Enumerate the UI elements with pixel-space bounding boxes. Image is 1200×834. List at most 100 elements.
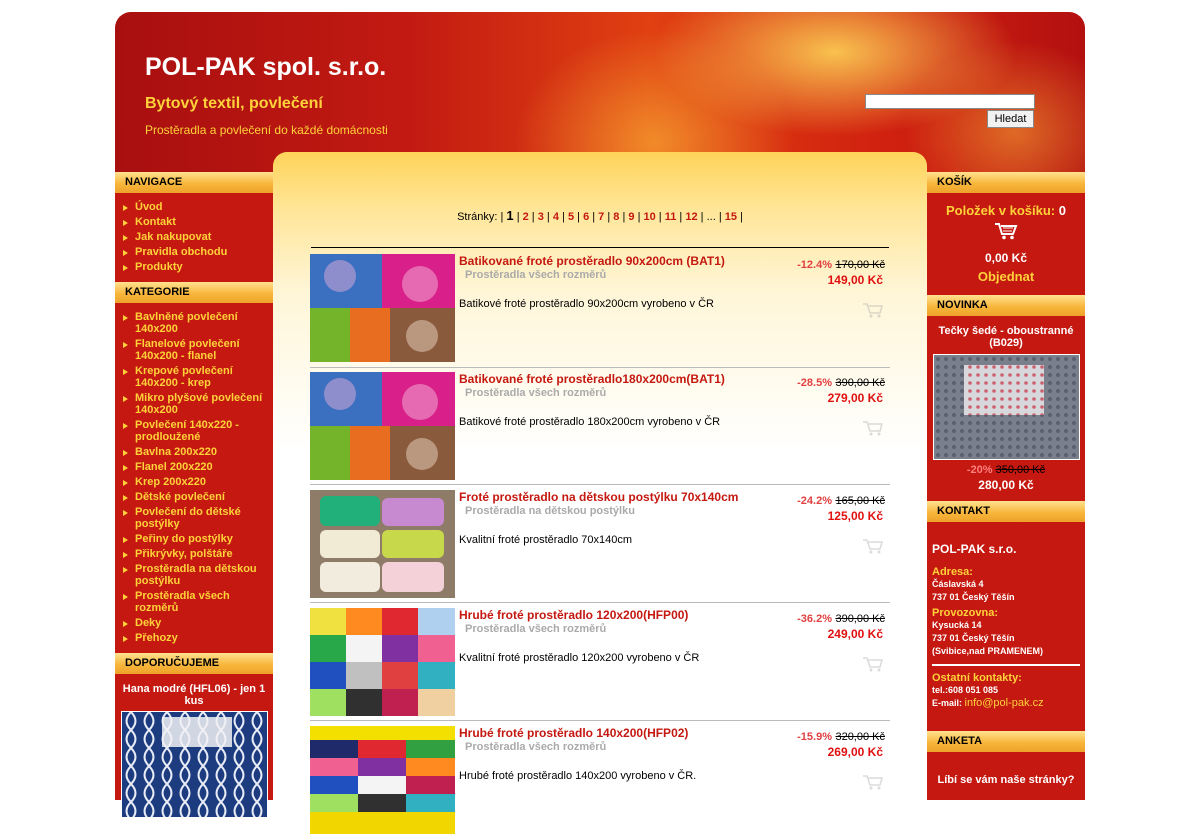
category-item[interactable]: Povlečení do dětské postýlky [115, 506, 273, 530]
email-link[interactable]: info@pol-pak.cz [965, 697, 1044, 709]
cart-icon-wrap [927, 222, 1085, 245]
contact-heading: KONTAKT [927, 501, 1085, 522]
product-old-price: 320,00 Kč [835, 731, 885, 743]
category-item[interactable]: Bavlna 200x220 [115, 446, 273, 458]
category-item[interactable]: Flanel 200x220 [115, 461, 273, 473]
category-menu: Bavlněné povlečení 140x200 Flanelové pov… [115, 303, 273, 653]
poll-heading: ANKETA [927, 731, 1085, 752]
recommend-heading: DOPORUČUJEME [115, 653, 273, 674]
product-name[interactable]: Hrubé froté prostěradlo 140x200(HFP02) [459, 726, 688, 740]
product-image[interactable] [310, 726, 455, 834]
page-link[interactable]: 11 [665, 211, 677, 223]
product-category[interactable]: Prostěradla všech rozměrů [465, 269, 606, 281]
page-link[interactable]: 5 [568, 211, 574, 223]
product-image[interactable] [310, 254, 455, 362]
main-content: Stránky: | 1 | 2 | 3 | 4 | 5 | 6 | 7 | 8… [273, 152, 927, 834]
nav-item-pravidla[interactable]: Pravidla obchodu [115, 246, 273, 258]
new-product-discount: -20% [966, 464, 993, 476]
category-item[interactable]: Krep 200x220 [115, 476, 273, 488]
add-to-cart-icon[interactable] [862, 538, 884, 554]
product-name[interactable]: Batikované froté prostěradlo180x200cm(BA… [459, 372, 725, 386]
nav-item-produkty[interactable]: Produkty [115, 261, 273, 273]
other-contacts-label: Ostatní kontakty: [932, 672, 1022, 684]
recommend-item-title[interactable]: Hana modré (HFL06) - jen 1 kus [115, 674, 273, 711]
shopping-cart-icon[interactable] [994, 222, 1018, 240]
pagination: Stránky: | 1 | 2 | 3 | 4 | 5 | 6 | 7 | 8… [457, 208, 743, 223]
page-current: 1 [506, 208, 514, 223]
cart-total: 0,00 Kč [984, 251, 1028, 265]
page-link[interactable]: 4 [553, 211, 559, 223]
page-link[interactable]: 3 [538, 211, 544, 223]
batik-towels-image [310, 254, 455, 362]
page-link[interactable]: 2 [523, 211, 529, 223]
nav-item-uvod[interactable]: Úvod [115, 201, 273, 213]
page-link[interactable]: 12 [685, 211, 697, 223]
product-image[interactable] [310, 608, 455, 716]
page-link[interactable]: 6 [583, 211, 589, 223]
product-divider [310, 367, 890, 368]
add-to-cart-icon[interactable] [862, 420, 884, 436]
new-product-price-row: -20% 350,00 Kč [927, 464, 1085, 476]
page-link[interactable]: 7 [598, 211, 604, 223]
product-item: Batikované froté prostěradlo180x200cm(BA… [310, 372, 890, 480]
site-title[interactable]: POL-PAK spol. s.r.o. [145, 53, 386, 82]
office-line: (Svibice,nad PRAMENEM) [932, 646, 1044, 656]
new-product-name[interactable]: Tečky šedé - oboustranné (B029) [927, 316, 1085, 349]
nav-item-kontakt[interactable]: Kontakt [115, 216, 273, 228]
product-discount: -28.5% [797, 377, 832, 389]
folded-sheets-image [310, 490, 455, 598]
product-category[interactable]: Prostěradla všech rozměrů [465, 741, 606, 753]
product-item: Froté prostěradlo na dětskou postýlku 70… [310, 490, 890, 598]
page-link[interactable]: 10 [644, 211, 656, 223]
new-product-image[interactable] [932, 354, 1080, 460]
nav-item-jak-nakupovat[interactable]: Jak nakupovat [115, 231, 273, 243]
category-item[interactable]: Bavlněné povlečení 140x200 [115, 311, 273, 335]
recommend-item-image[interactable] [120, 711, 268, 818]
product-category[interactable]: Prostěradla všech rozměrů [465, 623, 606, 635]
category-item[interactable]: Prostěradla na dětskou postýlku [115, 563, 273, 587]
search-button[interactable]: Hledat [987, 110, 1034, 128]
left-sidebar: NAVIGACE Úvod Kontakt Jak nakupovat Prav… [115, 172, 273, 818]
category-item[interactable]: Mikro plyšové povlečení 140x200 [115, 392, 273, 416]
stacked-sheets-image [310, 726, 455, 834]
product-old-price: 170,00 Kč [835, 259, 885, 271]
product-item: Hrubé froté prostěradlo 120x200(HFP00) P… [310, 608, 890, 716]
add-to-cart-icon[interactable] [862, 656, 884, 672]
page-link[interactable]: 9 [628, 211, 634, 223]
category-item[interactable]: Deky [115, 617, 273, 629]
category-item[interactable]: Dětské povlečení [115, 491, 273, 503]
site-subtitle: Bytový textil, povlečení [145, 95, 323, 112]
bedding-pattern-image [121, 712, 267, 817]
product-description: Batikové froté prostěradlo 180x200cm vyr… [459, 416, 721, 428]
new-heading: NOVINKA [927, 295, 1085, 316]
product-name[interactable]: Froté prostěradlo na dětskou postýlku 70… [459, 490, 738, 504]
add-to-cart-icon[interactable] [862, 774, 884, 790]
page: POL-PAK spol. s.r.o. Bytový textil, povl… [115, 12, 1085, 834]
category-item[interactable]: Flanelové povlečení 140x200 - flanel [115, 338, 273, 362]
product-category[interactable]: Prostěradla na dětskou postýlku [465, 505, 635, 517]
product-item: Batikované froté prostěradlo 90x200cm (B… [310, 254, 890, 362]
product-price: 249,00 Kč [827, 627, 883, 641]
category-item[interactable]: Přehozy [115, 632, 273, 644]
search-input[interactable] [865, 94, 1035, 109]
product-image[interactable] [310, 372, 455, 480]
category-item[interactable]: Povlečení 140x220 - prodloužené [115, 419, 273, 443]
category-item[interactable]: Přikrývky, polštáře [115, 548, 273, 560]
product-description: Kvalitní froté prostěradlo 120x200 vyrob… [459, 652, 700, 664]
page-link-last[interactable]: 15 [725, 211, 737, 223]
category-item[interactable]: Krepové povlečení 140x200 - krep [115, 365, 273, 389]
product-image[interactable] [310, 490, 455, 598]
category-item[interactable]: Peřiny do postýlky [115, 533, 273, 545]
page-link[interactable]: 8 [613, 211, 619, 223]
product-name[interactable]: Hrubé froté prostěradlo 120x200(HFP00) [459, 608, 688, 622]
category-item[interactable]: Prostěradla všech rozměrů [115, 590, 273, 614]
product-category[interactable]: Prostěradla všech rozměrů [465, 387, 606, 399]
product-name[interactable]: Batikované froté prostěradlo 90x200cm (B… [459, 254, 725, 268]
order-link[interactable]: Objednat [927, 269, 1085, 295]
contact-box: POL-PAK s.r.o. Adresa: Čáslavská 4 737 0… [927, 522, 1085, 709]
product-description: Batikové froté prostěradlo 90x200cm vyro… [459, 298, 714, 310]
contact-divider [932, 664, 1080, 666]
product-price: 279,00 Kč [827, 391, 883, 405]
add-to-cart-icon[interactable] [862, 302, 884, 318]
new-product-price: 280,00 Kč [978, 478, 1034, 492]
